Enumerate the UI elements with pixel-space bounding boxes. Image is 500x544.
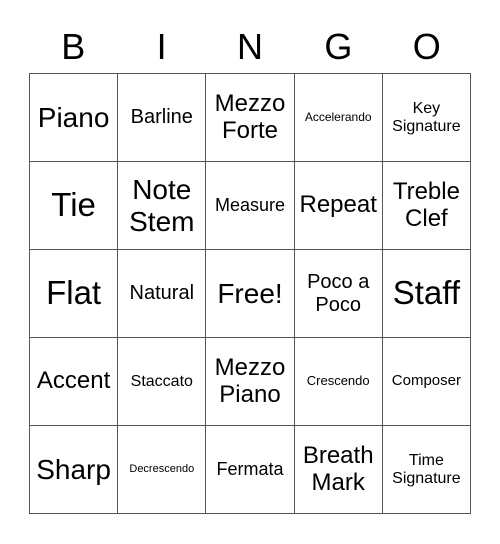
bingo-cell[interactable]: Staccato — [118, 338, 207, 426]
bingo-cell[interactable]: Accent — [30, 338, 119, 426]
bingo-cell[interactable]: Mezzo Piano — [206, 338, 295, 426]
header-letter-i: I — [156, 26, 167, 67]
bingo-cell[interactable]: Fermata — [206, 426, 295, 514]
bingo-cell[interactable]: Time Signature — [382, 426, 471, 514]
bingo-cell[interactable]: Mezzo Forte — [206, 74, 295, 162]
header-letter-n: N — [236, 26, 263, 67]
bingo-cell[interactable]: Flat — [30, 250, 119, 338]
bingo-cell[interactable]: Poco a Poco — [294, 250, 383, 338]
bingo-cell[interactable]: Natural — [118, 250, 207, 338]
bingo-cell[interactable]: Composer — [382, 338, 471, 426]
header-letter-b: B — [61, 26, 86, 67]
bingo-header: B I N G O — [29, 22, 471, 72]
bingo-cell[interactable]: Breath Mark — [294, 426, 383, 514]
bingo-cell[interactable]: Crescendo — [294, 338, 383, 426]
bingo-cell-free[interactable]: Free! — [206, 250, 295, 338]
bingo-cell[interactable]: Sharp — [30, 426, 119, 514]
bingo-cell[interactable]: Key Signature — [382, 74, 471, 162]
bingo-cell[interactable]: Staff — [382, 250, 471, 338]
bingo-cell[interactable]: Treble Clef — [382, 162, 471, 250]
bingo-grid: Piano Barline Mezzo Forte Accelerando Ke… — [29, 73, 471, 514]
bingo-cell[interactable]: Repeat — [294, 162, 383, 250]
bingo-cell[interactable]: Decrescendo — [118, 426, 207, 514]
bingo-cell[interactable]: Barline — [118, 74, 207, 162]
header-letter-g: G — [324, 26, 353, 67]
bingo-cell[interactable]: Accelerando — [294, 74, 383, 162]
bingo-cell[interactable]: Piano — [30, 74, 119, 162]
header-letter-o: O — [412, 26, 441, 67]
bingo-cell[interactable]: Note Stem — [118, 162, 207, 250]
bingo-cell[interactable]: Tie — [30, 162, 119, 250]
bingo-cell[interactable]: Measure — [206, 162, 295, 250]
